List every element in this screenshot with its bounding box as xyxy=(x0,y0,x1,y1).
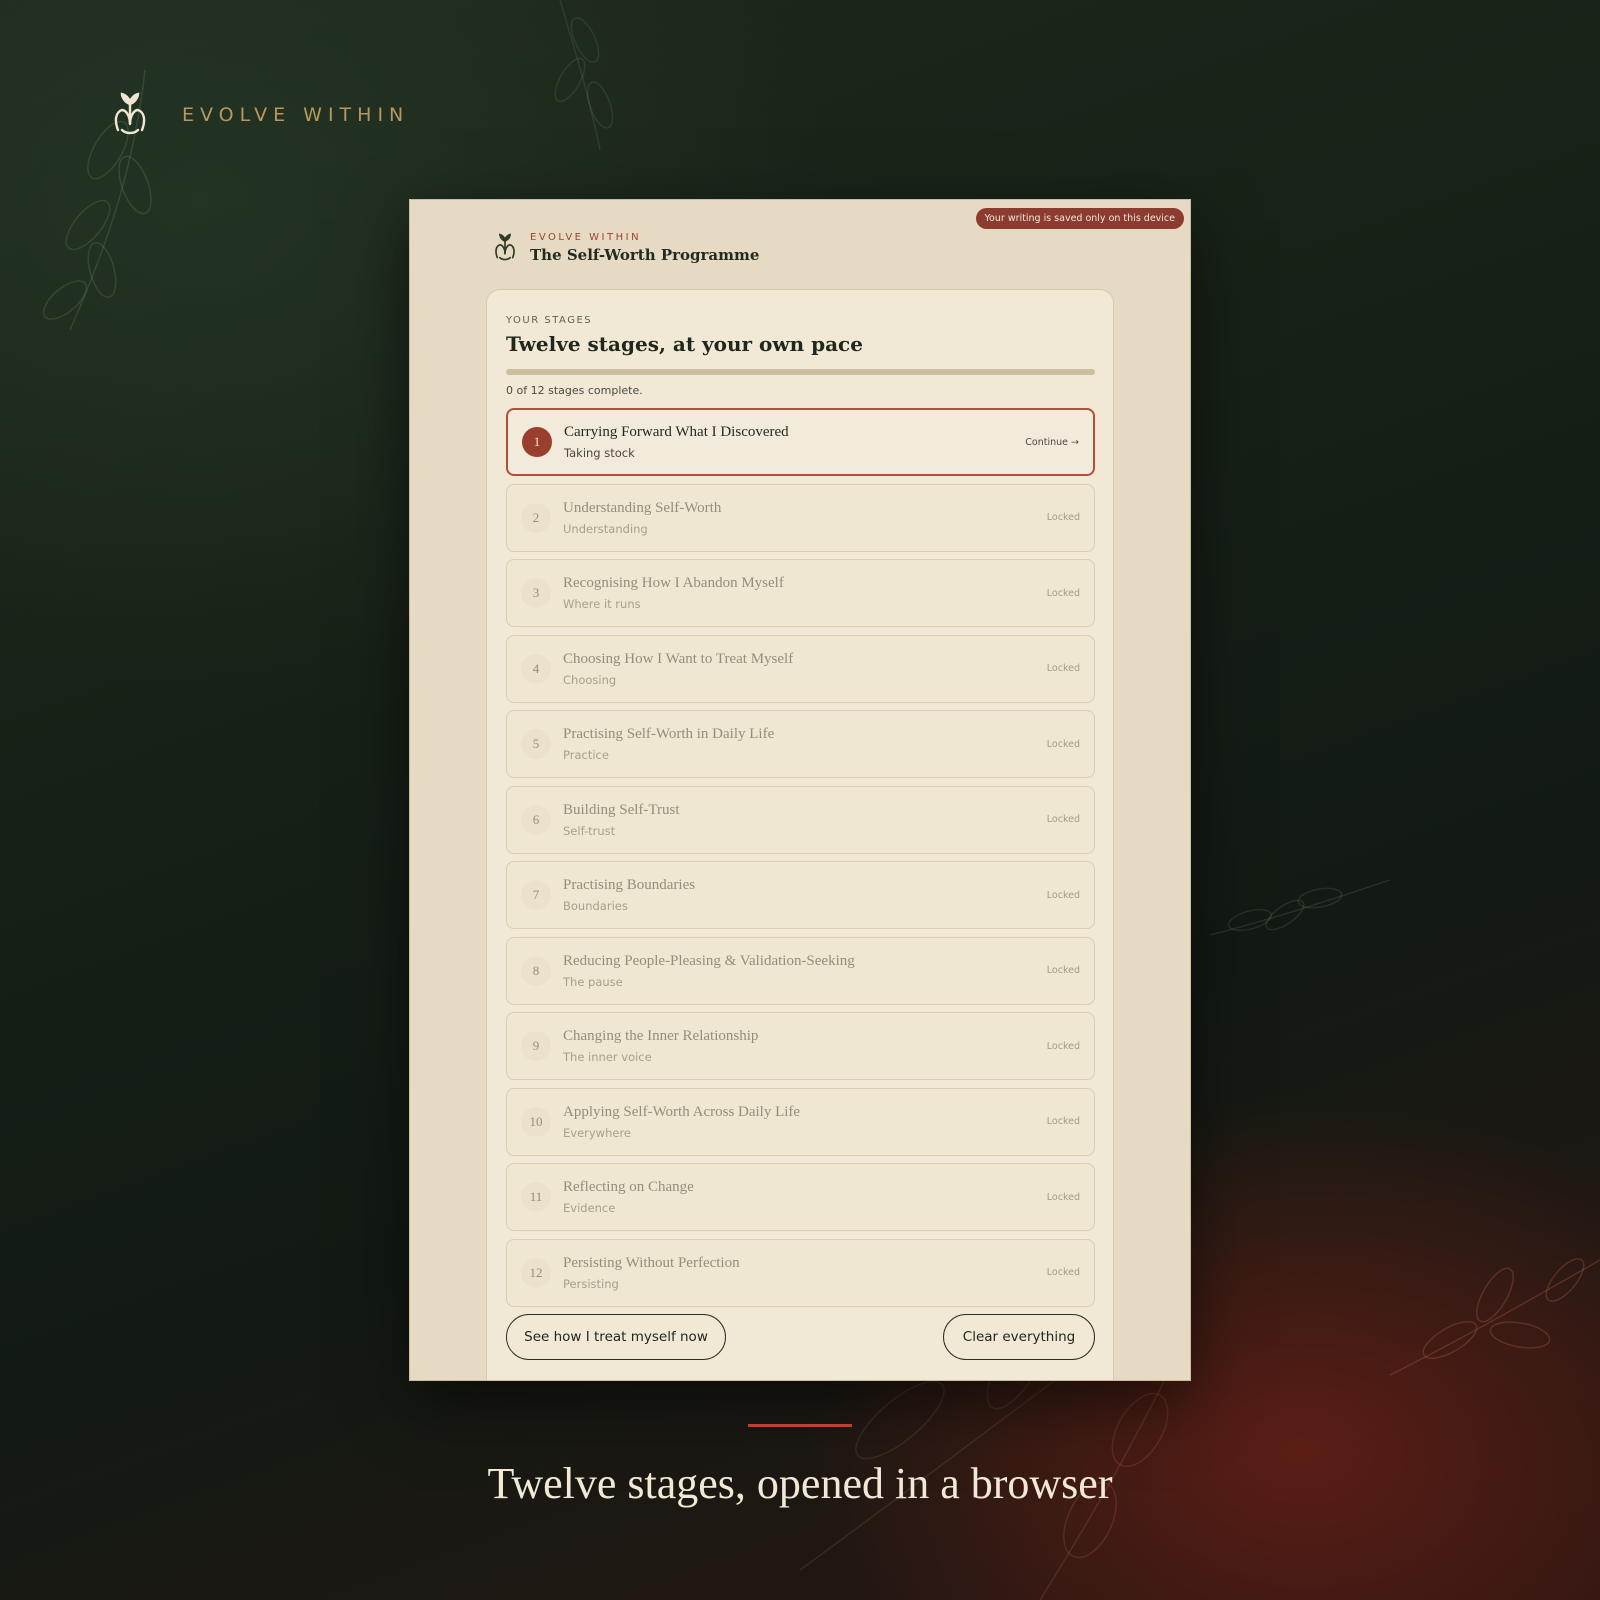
stage-subtitle: Understanding xyxy=(563,521,648,536)
stage-title: Reducing People-Pleasing & Validation-Se… xyxy=(563,952,855,969)
locked-status: Locked xyxy=(1046,1267,1080,1278)
stage-title: Applying Self-Worth Across Daily Life xyxy=(563,1103,801,1120)
stage-title: Practising Self-Worth in Daily Life xyxy=(563,726,775,742)
stage-subtitle: Where it runs xyxy=(563,597,641,611)
locked-status: Locked xyxy=(1046,587,1080,599)
stage-number: 4 xyxy=(521,653,551,684)
app-title: The Self-Worth Programme xyxy=(530,246,760,264)
stage-subtitle: The inner voice xyxy=(563,1050,652,1064)
stage-text: Carrying Forward What I Discovered Taking… xyxy=(564,424,1025,460)
stage-text: Reflecting on Change Evidence xyxy=(563,1179,1047,1215)
stage-text: Reducing People-Pleasing & Validation-Se… xyxy=(563,953,1047,989)
stages-card: YOUR STAGES Twelve stages, at your own p… xyxy=(486,289,1114,1380)
stage-subtitle: Practice xyxy=(563,748,609,762)
stage-number: 2 xyxy=(521,502,551,533)
leaf-branch-decoration-bottom-right xyxy=(1390,1258,1600,1376)
brand-header: EVOLVE WITHIN xyxy=(110,90,409,140)
section-title: Twelve stages, at your own pace xyxy=(506,332,863,356)
stage-text: Applying Self-Worth Across Daily Life Eve… xyxy=(563,1104,1047,1140)
stage-text: Building Self-Trust Self-trust xyxy=(563,802,1047,838)
stage-title: Practising Boundaries xyxy=(563,877,696,893)
locked-status: Locked xyxy=(1046,814,1080,825)
app-header: EVOLVE WITHIN The Self-Worth Programme xyxy=(492,232,759,264)
stage-title: Understanding Self-Worth xyxy=(563,499,722,516)
stage-number: 6 xyxy=(521,804,551,835)
locked-status: Locked xyxy=(1046,512,1080,523)
clear-everything-button[interactable]: Clear everything xyxy=(943,1314,1095,1360)
brand-name: EVOLVE WITHIN xyxy=(182,104,410,126)
sprout-monogram-icon xyxy=(114,92,146,135)
stage-subtitle: Everywhere xyxy=(563,1125,632,1140)
see-how-i-treat-myself-button[interactable]: See how I treat myself now xyxy=(506,1314,726,1360)
stage-title: Choosing How I Want to Treat Myself xyxy=(563,650,794,667)
locked-status: Locked xyxy=(1046,1191,1080,1203)
stage-row[interactable]: 1 Carrying Forward What I Discovered Takin… xyxy=(506,408,1095,476)
stage-subtitle: Taking stock xyxy=(564,446,635,460)
stage-row: 8 Reducing People-Pleasing & Validation-S… xyxy=(506,936,1095,1005)
stage-subtitle: Boundaries xyxy=(563,899,628,913)
stage-number: 12 xyxy=(521,1257,551,1288)
leaf-branch-decoration-right xyxy=(1210,880,1390,936)
stage-number: 9 xyxy=(521,1031,551,1061)
stage-number: 3 xyxy=(521,578,551,608)
locked-status: Locked xyxy=(1046,663,1080,674)
stage-subtitle: Persisting xyxy=(563,1276,619,1291)
stage-text: Changing the Inner Relationship The inner… xyxy=(563,1028,1047,1064)
stage-number: 7 xyxy=(521,880,551,910)
section-label: YOUR STAGES xyxy=(506,315,593,326)
app-kicker: EVOLVE WITHIN xyxy=(530,232,642,243)
stage-subtitle: Evidence xyxy=(563,1201,616,1215)
stage-subtitle: Choosing xyxy=(563,672,617,687)
stage-title: Persisting Without Perfection xyxy=(563,1254,740,1271)
stage-row: 11 Reflecting on Change Evidence Locked xyxy=(506,1163,1095,1231)
locked-status: Locked xyxy=(1046,889,1080,901)
stage-number: 11 xyxy=(521,1182,551,1212)
stage-text: Practising Self-Worth in Daily Life Pract… xyxy=(563,726,1047,762)
stage-title: Changing the Inner Relationship xyxy=(563,1028,759,1044)
locked-status: Locked xyxy=(1046,1040,1080,1052)
stage-row: 6 Building Self-Trust Self-trust Locked xyxy=(506,785,1095,854)
progress-bar xyxy=(506,369,1095,375)
locked-status: Locked xyxy=(1046,738,1080,750)
stage-number: 1 xyxy=(522,427,552,457)
caption-accent-line xyxy=(748,1424,852,1427)
stage-text: Persisting Without Perfection Persisting xyxy=(563,1255,1047,1291)
stage-row: 5 Practising Self-Worth in Daily Life Prac… xyxy=(506,710,1095,778)
stage-text: Practising Boundaries Boundaries xyxy=(563,877,1047,913)
stage-row: 12 Persisting Without Perfection Persistin… xyxy=(506,1238,1095,1307)
stage-title: Recognising How I Abandon Myself xyxy=(563,575,784,591)
locked-status: Locked xyxy=(1046,965,1080,976)
stage-text: Choosing How I Want to Treat Myself Choos… xyxy=(563,651,1047,687)
stage-subtitle: The pause xyxy=(563,974,623,989)
stage-row: 4 Choosing How I Want to Treat Myself Choo… xyxy=(506,634,1095,703)
stage-title: Building Self-Trust xyxy=(563,801,680,818)
stage-number: 8 xyxy=(521,955,551,986)
progress-text: 0 of 12 stages complete. xyxy=(506,384,643,397)
sprout-monogram-icon xyxy=(495,233,515,261)
stage-row: 10 Applying Self-Worth Across Daily Life E… xyxy=(506,1087,1095,1156)
stage-title: Carrying Forward What I Discovered xyxy=(564,424,789,440)
stage-row: 9 Changing the Inner Relationship The inne… xyxy=(506,1012,1095,1080)
stage-subtitle: Self-trust xyxy=(563,823,616,838)
stage-row: 2 Understanding Self-Worth Understanding Lo… xyxy=(506,483,1095,552)
page-caption: Twelve stages, opened in a browser xyxy=(487,1459,1113,1508)
stage-row: 3 Recognising How I Abandon Myself Where i… xyxy=(506,559,1095,627)
continue-link[interactable]: Continue → xyxy=(1025,437,1079,448)
leaf-branch-decoration-top xyxy=(554,0,614,151)
stage-title: Reflecting on Change xyxy=(563,1179,694,1195)
stage-text: Recognising How I Abandon Myself Where it… xyxy=(563,575,1047,611)
locked-status: Locked xyxy=(1046,1116,1080,1127)
stage-row: 7 Practising Boundaries Boundaries Locked xyxy=(506,861,1095,929)
stage-number: 10 xyxy=(521,1106,551,1137)
stage-text: Understanding Self-Worth Understanding xyxy=(563,500,1047,536)
device-save-badge: Your writing is saved only on this devic… xyxy=(975,208,1184,229)
stage-number: 5 xyxy=(521,729,551,759)
browser-window: Your writing is saved only on this devic… xyxy=(409,199,1191,1381)
